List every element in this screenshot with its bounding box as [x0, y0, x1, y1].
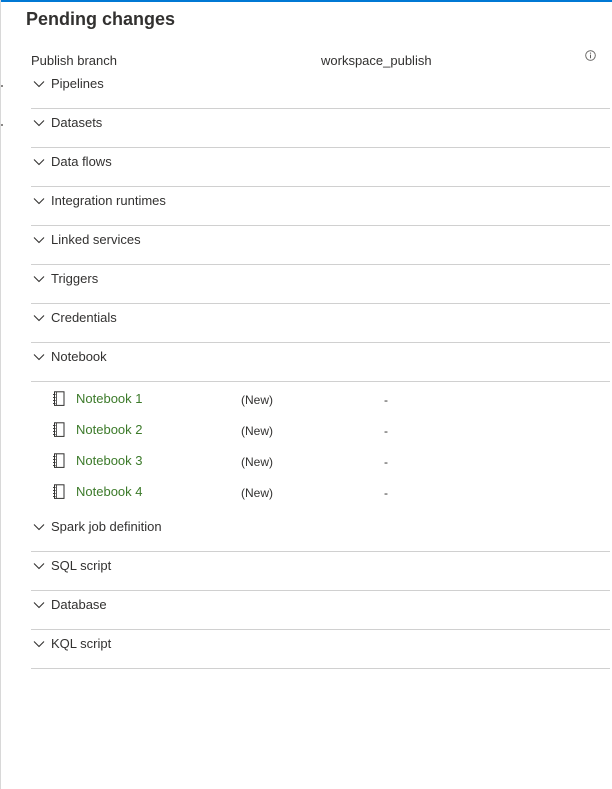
item-name-link[interactable]: Notebook 2	[76, 422, 143, 438]
section-header-database[interactable]: Database	[31, 591, 610, 630]
item-name-link[interactable]: Notebook 4	[76, 484, 143, 500]
section-header-pipelines[interactable]: Pipelines	[31, 70, 610, 109]
list-item: Notebook 3 (New) -	[31, 449, 610, 480]
pending-changes-sections: Pipelines Datasets Data flows Integration r…	[31, 70, 610, 669]
panel-top-accent	[1, 0, 612, 2]
item-status: (New)	[241, 455, 273, 469]
section-label: Credentials	[51, 310, 117, 325]
chevron-down-icon	[33, 159, 45, 166]
chevron-down-icon	[33, 524, 45, 531]
list-item: Notebook 1 (New) -	[31, 387, 610, 418]
chevron-down-icon	[33, 315, 45, 322]
chevron-down-icon	[33, 276, 45, 283]
chevron-down-icon	[33, 602, 45, 609]
section-header-integration-runtimes[interactable]: Integration runtimes	[31, 187, 610, 226]
notebook-icon	[53, 422, 65, 437]
pending-changes-panel: Pending changes Publish branch workspace…	[0, 0, 612, 789]
chevron-down-icon	[33, 198, 45, 205]
left-edge-mark	[1, 124, 3, 126]
notebook-icon	[53, 484, 65, 499]
section-label: Data flows	[51, 154, 112, 169]
chevron-down-icon	[33, 237, 45, 244]
section-header-datasets[interactable]: Datasets	[31, 109, 610, 148]
section-header-triggers[interactable]: Triggers	[31, 265, 610, 304]
notebook-icon	[53, 453, 65, 468]
item-extra-value: -	[384, 455, 388, 469]
item-status: (New)	[241, 393, 273, 407]
section-label: Triggers	[51, 271, 99, 286]
item-status: (New)	[241, 486, 273, 500]
section-label: Datasets	[51, 115, 103, 130]
info-circle-icon[interactable]	[585, 50, 596, 61]
section-header-sql-script[interactable]: SQL script	[31, 552, 610, 591]
chevron-down-icon	[33, 81, 45, 88]
section-label: Linked services	[51, 232, 141, 247]
chevron-down-icon	[33, 120, 45, 127]
section-label: Notebook	[51, 349, 107, 364]
section-header-linked-services[interactable]: Linked services	[31, 226, 610, 265]
section-label: Integration runtimes	[51, 193, 166, 208]
section-label: Database	[51, 597, 107, 612]
section-label: Spark job definition	[51, 519, 162, 534]
chevron-down-icon	[33, 563, 45, 570]
section-label: SQL script	[51, 558, 112, 573]
notebook-icon	[53, 391, 65, 406]
left-edge-mark	[1, 85, 3, 87]
item-extra-value: -	[384, 393, 388, 407]
publish-branch-label: Publish branch	[31, 53, 117, 68]
chevron-down-icon	[33, 354, 45, 361]
item-extra-value: -	[384, 486, 388, 500]
section-header-notebook[interactable]: Notebook	[31, 343, 610, 382]
section-header-credentials[interactable]: Credentials	[31, 304, 610, 343]
section-header-spark-job-definition[interactable]: Spark job definition	[31, 513, 610, 552]
publish-branch-row: Publish branch workspace_publish	[31, 52, 605, 70]
item-extra-value: -	[384, 424, 388, 438]
section-label: KQL script	[51, 636, 112, 651]
item-status: (New)	[241, 424, 273, 438]
section-items-notebook: Notebook 1 (New) - Notebook 2 (New) - Notebook…	[31, 382, 610, 513]
list-item: Notebook 4 (New) -	[31, 480, 610, 511]
section-header-kql-script[interactable]: KQL script	[31, 630, 610, 669]
section-header-data-flows[interactable]: Data flows	[31, 148, 610, 187]
publish-branch-value: workspace_publish	[321, 53, 432, 68]
chevron-down-icon	[33, 641, 45, 648]
list-item: Notebook 2 (New) -	[31, 418, 610, 449]
section-label: Pipelines	[51, 76, 104, 91]
item-name-link[interactable]: Notebook 1	[76, 391, 143, 407]
item-name-link[interactable]: Notebook 3	[76, 453, 143, 469]
panel-title: Pending changes	[26, 9, 176, 29]
